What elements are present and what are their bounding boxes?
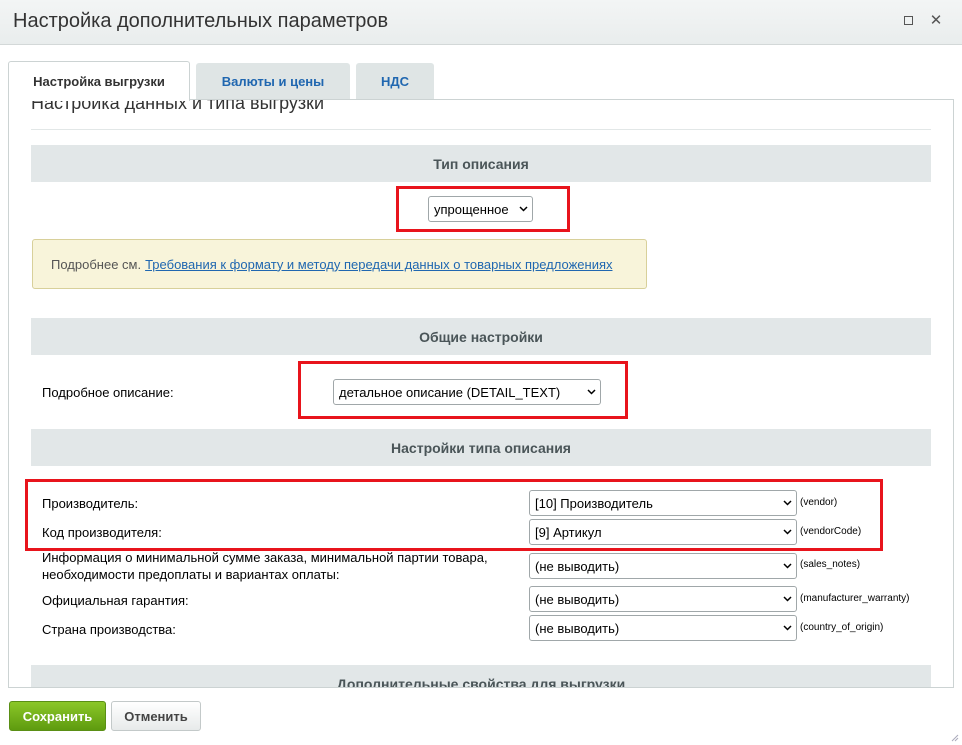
sales-notes-code: (sales_notes) [800, 559, 861, 570]
warranty-value: (не выводить) [535, 591, 620, 607]
cancel-button[interactable]: Отменить [111, 701, 201, 731]
maximize-icon [903, 15, 913, 25]
tab-currencies-prices[interactable]: Валюты и цены [196, 63, 350, 99]
detail-description-select[interactable]: детальное описание (DETAIL_TEXT) [333, 379, 601, 405]
chevron-down-icon [778, 554, 796, 578]
vendor-code: (vendor) [800, 497, 838, 508]
description-type-header: Тип описания [31, 145, 931, 182]
country-select[interactable]: (не выводить) [529, 615, 797, 641]
dialog-titlebar: Настройка дополнительных параметров ✕ [0, 0, 962, 45]
sales-notes-select[interactable]: (не выводить) [529, 553, 797, 579]
vendor-label: Производитель: [42, 496, 139, 511]
chevron-down-icon [778, 616, 796, 640]
section-title: Настройка данных и типа выгрузки [31, 99, 325, 113]
vendor-code-select[interactable]: [9] Артикул [529, 519, 797, 545]
dialog-title: Настройка дополнительных параметров [13, 10, 389, 32]
note-prefix: Подробнее см. [51, 256, 142, 272]
warranty-code: (manufacturer_warranty) [800, 593, 910, 604]
description-type-select[interactable]: упрощенное [428, 196, 533, 222]
country-label: Страна производства: [42, 622, 176, 637]
resize-grip-icon[interactable] [949, 732, 959, 742]
sales-notes-label: Информация о минимальной сумме заказа, м… [42, 550, 488, 582]
vendor-select[interactable]: [10] Производитель [529, 490, 797, 516]
tab-export-settings[interactable]: Настройка выгрузки [8, 61, 190, 101]
vendor-code-value: [9] Артикул [535, 524, 602, 540]
vendor-code-code: (vendorCode) [800, 526, 862, 537]
close-icon: ✕ [929, 10, 943, 29]
detail-description-value: детальное описание (DETAIL_TEXT) [339, 384, 561, 400]
description-type-value: упрощенное [434, 201, 509, 217]
maximize-button[interactable] [899, 11, 917, 29]
chevron-down-icon [778, 520, 796, 544]
sales-notes-value: (не выводить) [535, 558, 620, 574]
divider [31, 129, 931, 130]
requirements-link[interactable]: Требования к формату и методу передачи д… [145, 257, 612, 272]
country-code: (country_of_origin) [800, 622, 884, 633]
extra-properties-header: Дополнительные свойства для выгрузки [31, 665, 931, 687]
description-type-settings-header: Настройки типа описания [31, 429, 931, 466]
warranty-label: Официальная гарантия: [42, 593, 189, 608]
info-note: Подробнее см. Требования к формату и мет… [32, 239, 647, 289]
close-button[interactable]: ✕ [927, 11, 945, 29]
chevron-down-icon [778, 491, 796, 515]
warranty-select[interactable]: (не выводить) [529, 586, 797, 612]
chevron-down-icon [582, 380, 600, 404]
country-value: (не выводить) [535, 620, 620, 636]
detail-description-label: Подробное описание: [42, 385, 174, 400]
general-settings-header: Общие настройки [31, 318, 931, 355]
chevron-down-icon [778, 587, 796, 611]
tab-vat[interactable]: НДС [356, 63, 434, 99]
vendor-code-label: Код производителя: [42, 525, 162, 540]
save-button[interactable]: Сохранить [9, 701, 106, 731]
settings-panel[interactable]: Настройка данных и типа выгрузки Тип опи… [8, 99, 954, 688]
vendor-value: [10] Производитель [535, 495, 653, 511]
chevron-down-icon [514, 197, 532, 221]
